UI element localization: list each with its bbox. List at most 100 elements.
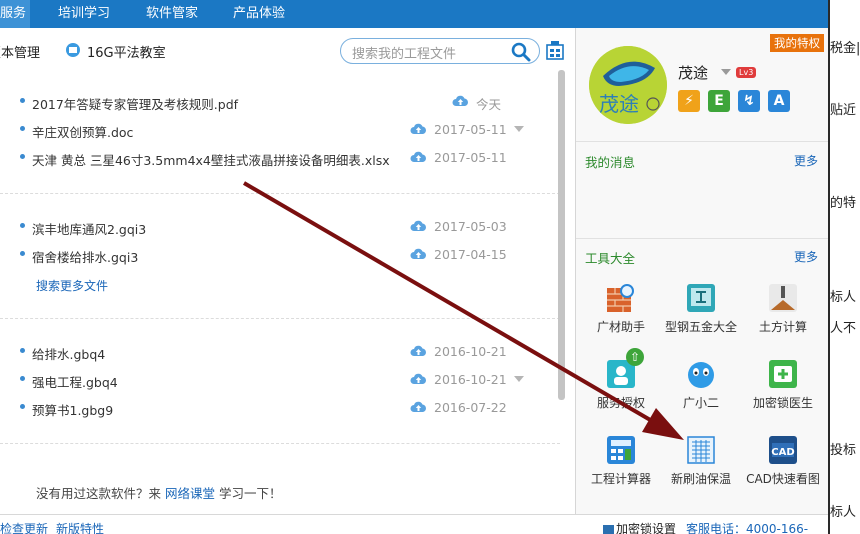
tip-suffix: 学习一下！ (219, 486, 282, 501)
tip-line: 没有用过这款软件？来 网络课堂 学习一下！ (36, 483, 282, 502)
background-text: 人不 (830, 321, 857, 336)
avatar-text: 茂途 (599, 92, 639, 116)
file-row[interactable]: 滨丰地库通风2.gqi3 2017-05-03 (0, 213, 560, 241)
tool-engineering-calculator[interactable]: 工程计算器 (584, 434, 658, 494)
bullet-icon (20, 154, 25, 159)
tool-earthwork[interactable]: 土方计算 (746, 282, 820, 342)
dongle-doctor-icon (767, 358, 799, 390)
tool-label: 土方计算 (758, 320, 807, 334)
cloud-upload-icon[interactable] (452, 95, 469, 110)
tool-steel-book[interactable]: 型钢五金大全 (664, 282, 738, 342)
cloud-upload-icon[interactable] (410, 151, 427, 166)
nav-tab-service[interactable]: 服务 (0, 0, 30, 28)
chevron-down-icon[interactable] (721, 69, 731, 75)
bullet-icon (20, 251, 25, 256)
file-row[interactable]: 宿舍楼给排水.gqi3 2017-04-15 (0, 241, 560, 269)
tools-more-link[interactable]: 更多 (794, 248, 818, 265)
scrollbar[interactable] (558, 70, 565, 400)
tip-prefix: 没有用过这款软件？来 (36, 486, 162, 501)
bullet-icon (20, 348, 25, 353)
calculator-icon (605, 434, 637, 466)
bullet-icon (20, 376, 25, 381)
background-text: 贴近 (830, 103, 857, 118)
nav-tab-product-trial[interactable]: 产品体验 (233, 0, 285, 28)
file-date: 今天 (476, 97, 502, 112)
file-name[interactable]: 给排水.gbq4 (32, 344, 105, 363)
cloud-upload-icon[interactable] (410, 345, 427, 360)
new-features-link[interactable]: 新版特性 (56, 520, 104, 534)
exam-badge-icon[interactable]: E (708, 90, 730, 112)
earthwork-icon (767, 282, 799, 314)
assistant-icon (685, 358, 717, 390)
svg-text:CAD: CAD (771, 447, 794, 458)
file-row[interactable]: 2017年答疑专家管理及考核规则.pdf 今天 (0, 88, 560, 116)
tool-cad-viewer[interactable]: CAD CAD快速看图 (746, 434, 820, 494)
tool-insulation[interactable]: 新刷油保温 (664, 434, 738, 494)
nav-tab-software-manager[interactable]: 软件管家 (146, 0, 198, 28)
recent-files-panel: 版本管理 16G平法教室 搜索我的工程文件 2017年答疑专家管理及考核规则.p… (0, 28, 575, 514)
cloud-upload-icon[interactable] (410, 220, 427, 235)
file-name[interactable]: 2017年答疑专家管理及考核规则.pdf (32, 94, 238, 113)
tool-service-authorization[interactable]: ⇧ 服务授权 (584, 348, 658, 418)
cloud-upload-icon[interactable] (410, 123, 427, 138)
dongle-settings-label: 加密锁设置 (616, 522, 677, 534)
file-row[interactable]: 给排水.gbq4 2016-10-21 (0, 338, 560, 366)
bullet-icon (20, 98, 25, 103)
file-name[interactable]: 强电工程.gbq4 (32, 372, 118, 391)
dongle-settings-link[interactable]: 加密锁设置 (603, 520, 676, 534)
insulation-icon (685, 434, 717, 466)
file-name[interactable]: 天津 黄总 三星46寸3.5mm4x4壁挂式液晶拼接设备明细表.xlsx (32, 150, 390, 169)
username[interactable]: 茂途 (678, 62, 708, 83)
search-icon[interactable] (511, 42, 531, 65)
avatar[interactable]: 茂途 (589, 46, 667, 124)
background-document: 税金| 贴近 的特 标人 人不 投标 标人 (830, 0, 860, 534)
project-search-box[interactable]: 搜索我的工程文件 (340, 38, 540, 64)
share-badge-icon[interactable]: ↯ (738, 90, 760, 112)
classroom-icon (65, 42, 81, 61)
search-more-files-link[interactable]: 搜索更多文件 (36, 277, 108, 294)
dongle-icon (603, 525, 614, 534)
file-name[interactable]: 辛庄双创预算.doc (32, 122, 133, 141)
file-date: 2017-05-11 (434, 122, 507, 137)
tool-label: 型钢五金大全 (664, 320, 737, 334)
nav-tab-training[interactable]: 培训学习 (58, 0, 110, 28)
messages-more-link[interactable]: 更多 (794, 152, 818, 169)
tool-assistant[interactable]: 广小二 (664, 358, 738, 418)
cloud-upload-icon[interactable] (410, 248, 427, 263)
online-course-link[interactable]: 网络课堂 (165, 486, 215, 501)
file-name[interactable]: 滨丰地库通风2.gqi3 (32, 219, 146, 238)
tool-material-helper[interactable]: 广材助手 (584, 282, 658, 342)
file-date: 2017-05-03 (434, 219, 507, 234)
file-date: 2017-04-15 (434, 247, 507, 262)
check-update-link[interactable]: 检查更新 (0, 520, 48, 534)
classroom-link[interactable]: 16G平法教室 (87, 42, 166, 61)
file-row[interactable]: 强电工程.gbq4 2016-10-21 (0, 366, 560, 394)
file-name[interactable]: 预算书1.gbg9 (32, 400, 113, 419)
file-name[interactable]: 宿舍楼给排水.gqi3 (32, 247, 138, 266)
user-side-panel: 我的特权 茂途 茂途 Lv3 ⚡ E ↯ A 我的消息 更多 工具大全 更多 广… (575, 28, 828, 514)
file-grid-icon[interactable] (546, 40, 564, 63)
section-divider (576, 238, 828, 239)
chevron-down-icon[interactable] (514, 376, 524, 382)
answer-badge-icon[interactable]: A (768, 90, 790, 112)
bullet-icon (20, 223, 25, 228)
search-input[interactable]: 搜索我的工程文件 (352, 43, 456, 62)
cloud-upload-icon[interactable] (410, 373, 427, 388)
tool-dongle-doctor[interactable]: 加密锁医生 (746, 358, 820, 418)
bullet-icon (20, 126, 25, 131)
chevron-down-icon[interactable] (514, 126, 524, 132)
file-date: 2016-10-21 (434, 344, 507, 359)
file-date: 2016-07-22 (434, 400, 507, 415)
tool-label: 加密锁医生 (752, 396, 813, 410)
file-row[interactable]: 辛庄双创预算.doc 2017-05-11 (0, 116, 560, 144)
tool-label: 新刷油保温 (670, 472, 731, 486)
my-privilege-badge[interactable]: 我的特权 (770, 34, 824, 52)
file-row[interactable]: 预算书1.gbg9 2016-07-22 (0, 394, 560, 422)
steel-book-icon (685, 282, 717, 314)
background-text: 投标 (830, 443, 857, 458)
version-management-link[interactable]: 版本管理 (0, 42, 40, 61)
sub-navigation: 版本管理 16G平法教室 搜索我的工程文件 (0, 28, 575, 72)
cloud-upload-icon[interactable] (410, 401, 427, 416)
lightning-badge-icon[interactable]: ⚡ (678, 90, 700, 112)
file-row[interactable]: 天津 黄总 三星46寸3.5mm4x4壁挂式液晶拼接设备明细表.xlsx 201… (0, 144, 560, 172)
